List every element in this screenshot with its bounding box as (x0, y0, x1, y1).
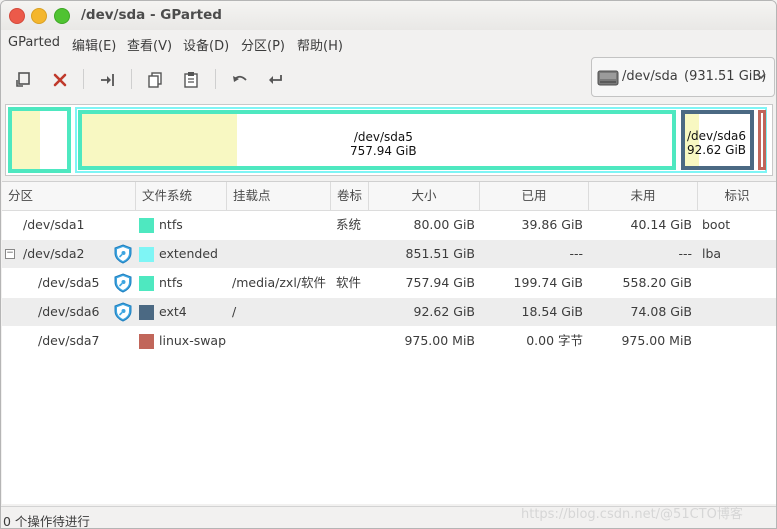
lock-shield-icon (114, 273, 132, 293)
table-header: 分区 文件系统 挂载点 卷标 大小 已用 未用 标识 (2, 182, 776, 211)
filesystem-cell: linux-swap (159, 333, 227, 348)
delete-icon (53, 73, 67, 87)
chevron-down-icon (756, 73, 766, 80)
used-cell: 18.54 GiB (521, 304, 584, 319)
filesystem-cell: ntfs (159, 275, 183, 290)
resize-move-icon (101, 74, 114, 86)
paste-button[interactable] (178, 67, 204, 93)
fs-color-swatch (139, 305, 154, 320)
table-row[interactable]: /dev/sda7 linux-swap 975.00 MiB 0.00 字节 … (2, 327, 776, 355)
sda6-map-size: 92.62 GiB (687, 143, 747, 157)
flags-cell: boot (702, 217, 731, 232)
table-row[interactable]: /dev/sda1 ntfs 系统 80.00 GiB 39.86 GiB 40… (2, 211, 776, 239)
partition-cell: /dev/sda6 (38, 304, 100, 319)
sda5-map-size: 757.94 GiB (350, 144, 417, 158)
watermark: https://blog.csdn.net/@51CTO博客 (521, 507, 743, 522)
collapse-toggle[interactable]: − (5, 249, 15, 259)
apply-icon (269, 75, 282, 84)
copy-icon (148, 72, 162, 88)
size-cell: 851.51 GiB (405, 246, 475, 261)
fs-color-swatch (139, 218, 154, 233)
partition-table: 分区 文件系统 挂载点 卷标 大小 已用 未用 标识 /dev/sda1 ntf… (2, 181, 776, 504)
unused-cell: 558.20 GiB (622, 275, 692, 290)
mountpoint-cell: / (232, 304, 237, 319)
sda6-map-name: /dev/sda6 (687, 129, 747, 143)
col-filesystem[interactable]: 文件系统 (136, 182, 227, 210)
gparted-window: /dev/sda - GParted GParted 编辑(E) 查看(V) 设… (0, 0, 777, 529)
mountpoint-cell: /media/zxl/软件 (232, 275, 327, 290)
menu-help[interactable]: 帮助(H) (297, 35, 343, 54)
fs-color-swatch (139, 334, 154, 349)
size-cell: 92.62 GiB (413, 304, 476, 319)
partition-cell: /dev/sda7 (38, 333, 100, 348)
undo-icon (233, 75, 247, 82)
col-partition[interactable]: 分区 (2, 182, 136, 210)
filesystem-cell: extended (159, 246, 218, 261)
paste-icon (184, 72, 198, 88)
table-row[interactable]: /dev/sda5 ntfs /media/zxl/软件 软件 757.94 G… (2, 269, 776, 297)
col-flags[interactable]: 标识 (698, 182, 776, 210)
used-cell: 0.00 字节 (526, 333, 583, 348)
new-partition-icon (16, 72, 30, 87)
col-unused[interactable]: 未用 (589, 182, 698, 210)
window-title: /dev/sda - GParted (81, 7, 222, 23)
disk-map-sda7[interactable] (758, 110, 766, 170)
table-row[interactable]: /dev/sda6 ext4 / 92.62 GiB 18.54 GiB 74.… (2, 298, 776, 326)
label-cell: 系统 (336, 217, 362, 232)
lock-shield-icon (114, 244, 132, 264)
fs-color-swatch (139, 276, 154, 291)
pending-operations-status: 0 个操作待进行 (3, 514, 90, 529)
size-cell: 975.00 MiB (404, 333, 475, 348)
used-cell: 199.74 GiB (513, 275, 583, 290)
disk-map-sda5[interactable]: /dev/sda5 757.94 GiB (78, 110, 676, 170)
device-selector[interactable]: /dev/sda (931.51 GiB) (591, 57, 775, 97)
lock-shield-icon (114, 302, 132, 322)
used-cell: 39.86 GiB (521, 217, 584, 232)
disk-map: /dev/sda5 757.94 GiB /dev/sda6 92.62 GiB (5, 104, 773, 176)
size-cell: 80.00 GiB (413, 217, 476, 232)
menu-device[interactable]: 设备(D) (183, 35, 229, 54)
col-mountpoint[interactable]: 挂载点 (227, 182, 331, 210)
close-window-button[interactable] (9, 8, 25, 24)
size-cell: 757.94 GiB (405, 275, 475, 290)
copy-button[interactable] (142, 67, 168, 93)
resize-move-button[interactable] (95, 67, 121, 93)
fs-color-swatch (139, 247, 154, 262)
sda5-map-name: /dev/sda5 (353, 130, 413, 144)
unused-cell: 40.14 GiB (630, 217, 693, 232)
menu-edit[interactable]: 编辑(E) (72, 35, 116, 54)
menu-gparted[interactable]: GParted (8, 35, 60, 50)
hard-drive-icon (597, 70, 619, 86)
unused-cell: 74.08 GiB (630, 304, 693, 319)
filesystem-cell: ntfs (159, 217, 183, 232)
delete-partition-button[interactable] (47, 67, 73, 93)
used-space-bar (82, 114, 237, 166)
used-cell: --- (569, 246, 583, 261)
partition-cell: /dev/sda2 (23, 246, 85, 261)
table-row[interactable]: − /dev/sda2 extended 851.51 GiB --- --- … (2, 240, 776, 268)
disk-map-sda6[interactable]: /dev/sda6 92.62 GiB (681, 110, 754, 170)
minimize-window-button[interactable] (31, 8, 47, 24)
undo-button[interactable] (227, 67, 253, 93)
maximize-window-button[interactable] (54, 8, 70, 24)
device-name: /dev/sda (622, 69, 678, 84)
menu-partition[interactable]: 分区(P) (241, 35, 285, 54)
partition-cell: /dev/sda5 (38, 275, 100, 290)
label-cell: 软件 (336, 275, 362, 290)
flags-cell: lba (702, 246, 722, 261)
apply-button[interactable] (263, 67, 289, 93)
unused-cell: --- (678, 246, 692, 261)
used-space-bar (12, 111, 40, 169)
filesystem-cell: ext4 (159, 304, 187, 319)
disk-map-sda1[interactable] (8, 107, 71, 173)
partition-cell: /dev/sda1 (23, 217, 85, 232)
new-partition-button[interactable] (10, 67, 36, 93)
menu-view[interactable]: 查看(V) (127, 35, 172, 54)
title-bar: /dev/sda - GParted (1, 1, 776, 30)
col-size[interactable]: 大小 (369, 182, 480, 210)
col-label[interactable]: 卷标 (331, 182, 369, 210)
unused-cell: 975.00 MiB (621, 333, 692, 348)
col-used[interactable]: 已用 (480, 182, 589, 210)
